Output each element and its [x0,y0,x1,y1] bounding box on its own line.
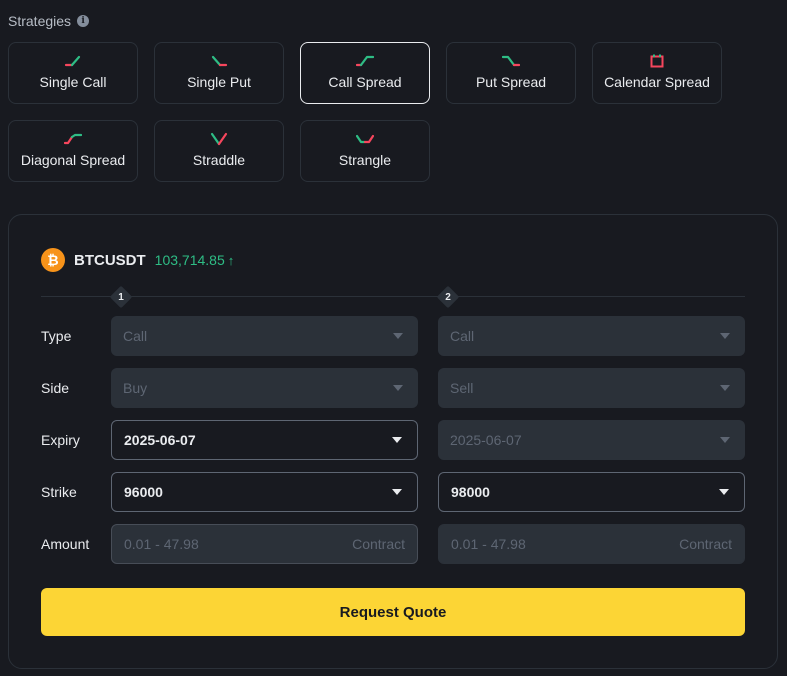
chevron-down-icon [393,333,403,339]
leg2-type-value: Call [450,328,475,344]
leg-divider [41,296,745,297]
price-up-arrow-icon: ↑ [227,252,235,268]
strategy-single-put-button[interactable]: Single Put [154,42,284,104]
leg2-side-value: Sell [450,380,474,396]
leg1-strike-select[interactable]: 96000 [111,472,418,512]
amount-label: Amount [41,536,90,552]
order-panel: ₿ BTCUSDT 103,714.85 ↑ 1 2 Type Side Exp… [8,214,778,669]
leg2-expiry-value: 2025-06-07 [450,432,522,448]
expiry-label: Expiry [41,432,80,448]
leg2-amount-input[interactable]: 0.01 - 47.98 Contract [438,524,745,564]
leg2-amount-placeholder: 0.01 - 47.98 [451,536,526,552]
leg1-amount-input[interactable]: 0.01 - 47.98 Contract [111,524,418,564]
leg2-type-select[interactable]: Call [438,316,745,356]
strategy-calendar-spread-button[interactable]: Calendar Spread [592,42,722,104]
leg1-expiry-select[interactable]: 2025-06-07 [111,420,418,460]
bitcoin-icon: ₿ [41,248,65,272]
ticker-price: 103,714.85 [154,252,225,268]
side-label: Side [41,380,70,396]
ticker: ₿ BTCUSDT 103,714.85 ↑ [41,248,234,272]
chevron-down-icon [720,437,730,443]
strategy-label: Straddle [192,152,246,168]
strategies-title: Strategies [8,13,72,29]
diagonal-spread-icon [64,133,82,145]
leg1-strike-value: 96000 [124,484,163,500]
strategy-label: Call Spread [328,74,402,90]
chevron-down-icon [392,437,402,443]
leg1-amount-unit: Contract [352,536,405,552]
leg1-type-value: Call [123,328,148,344]
put-spread-icon [502,55,520,67]
leg-2-number: 2 [445,291,451,303]
leg2-strike-value: 98000 [451,484,490,500]
strike-label: Strike [41,484,77,500]
strategy-call-spread-button[interactable]: Call Spread [300,42,430,104]
ticker-symbol: BTCUSDT [74,251,146,269]
leg1-side-select[interactable]: Buy [111,368,418,408]
strategy-label: Calendar Spread [604,74,710,90]
chevron-down-icon [720,333,730,339]
strategy-label: Put Spread [475,74,547,90]
leg2-side-select[interactable]: Sell [438,368,745,408]
leg1-expiry-value: 2025-06-07 [124,432,196,448]
call-spread-icon [356,55,374,67]
leg2-amount-unit: Contract [679,536,732,552]
type-label: Type [41,328,72,344]
strategy-strangle-button[interactable]: Strangle [300,120,430,182]
strategy-label: Diagonal Spread [20,152,126,168]
strategy-single-call-button[interactable]: Single Call [8,42,138,104]
chevron-down-icon [719,489,729,495]
strategies-header: Strategies i [8,13,90,29]
chevron-down-icon [392,489,402,495]
strategy-straddle-button[interactable]: Straddle [154,120,284,182]
strategy-diagonal-spread-button[interactable]: Diagonal Spread [8,120,138,182]
strategy-label: Single Put [187,74,251,90]
leg-1-number: 1 [118,291,124,303]
leg1-side-value: Buy [123,380,148,396]
chevron-down-icon [393,385,403,391]
chevron-down-icon [720,385,730,391]
strategy-label: Strangle [338,152,392,168]
leg2-expiry-select[interactable]: 2025-06-07 [438,420,745,460]
leg1-type-select[interactable]: Call [111,316,418,356]
calendar-spread-icon [650,54,664,68]
strategy-put-spread-button[interactable]: Put Spread [446,42,576,104]
single-call-icon [64,55,81,67]
request-quote-button[interactable]: Request Quote [41,588,745,636]
strategy-label: Single Call [39,74,107,90]
straddle-icon [210,132,228,146]
info-icon[interactable]: i [77,15,90,27]
single-put-icon [211,55,228,67]
leg2-strike-select[interactable]: 98000 [438,472,745,512]
leg1-amount-placeholder: 0.01 - 47.98 [124,536,199,552]
strangle-icon [356,134,374,144]
